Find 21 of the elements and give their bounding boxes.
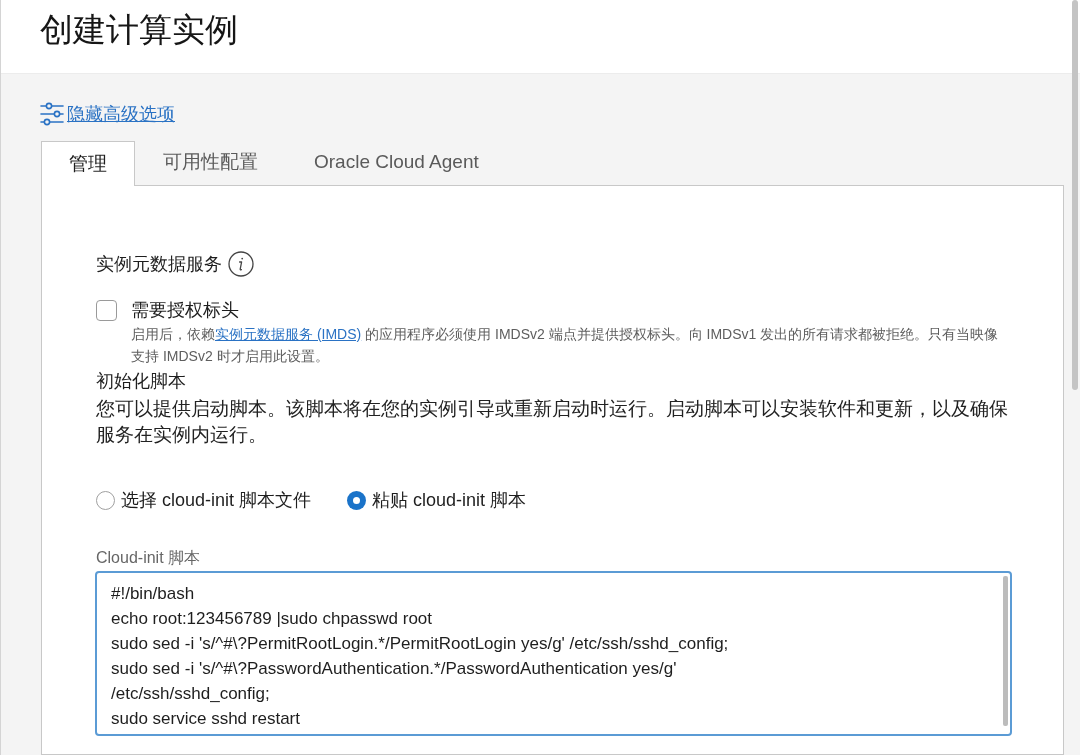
radio-icon[interactable]	[96, 490, 115, 510]
page-title: 创建计算实例	[40, 10, 238, 50]
imds-link[interactable]: 实例元数据服务 (IMDS)	[215, 326, 362, 342]
checkbox-label: 需要授权标头	[131, 299, 239, 322]
scrollbar-thumb[interactable]	[1003, 576, 1008, 726]
tab[interactable]: Oracle Cloud Agent	[286, 140, 507, 185]
section-heading: 实例元数据服务	[96, 253, 222, 276]
scrollbar-thumb[interactable]	[1072, 0, 1078, 390]
sliders-icon	[40, 102, 64, 126]
script-textarea[interactable]: #!/bin/bash echo root:123456789 |sudo chpasswd root sudo sed -i 's/^#\?PermitRootLogin.*/PermitRootLogin yes/g' /etc/ssh/sshd_config; sudo sed -i 's/^#\?PasswordAuthentication.*/PasswordAuthentication yes/g' /etc/ssh/sshd_config; sudo service sshd restart	[95, 571, 1012, 736]
tab[interactable]: 可用性配置	[135, 140, 286, 185]
checkbox[interactable]	[96, 300, 117, 321]
radio-icon[interactable]	[347, 490, 367, 510]
tab[interactable]: 管理	[41, 141, 135, 186]
radio-option[interactable]: 选择 cloud-init 脚本文件	[96, 487, 312, 513]
description-text: 您可以提供启动脚本。该脚本将在您的实例引导或重新启动时运行。启动脚本可以安装软件和更新，以及确保服务在实例内运行。	[96, 397, 1009, 447]
field-label: Cloud-init 脚本	[96, 548, 201, 568]
section-heading: 初始化脚本	[96, 370, 186, 393]
radio-option[interactable]: 粘贴 cloud-init 脚本	[347, 487, 527, 513]
info-icon[interactable]	[228, 251, 254, 277]
help-text: 启用后，依赖实例元数据服务 (IMDS) 的应用程序必须使用 IMDSv2 端点并提供授权标头。向 IMDSv1 发出的所有请求都被拒绝。只有当映像支持 IMDSv2 时才启用此设置。	[131, 325, 1000, 366]
